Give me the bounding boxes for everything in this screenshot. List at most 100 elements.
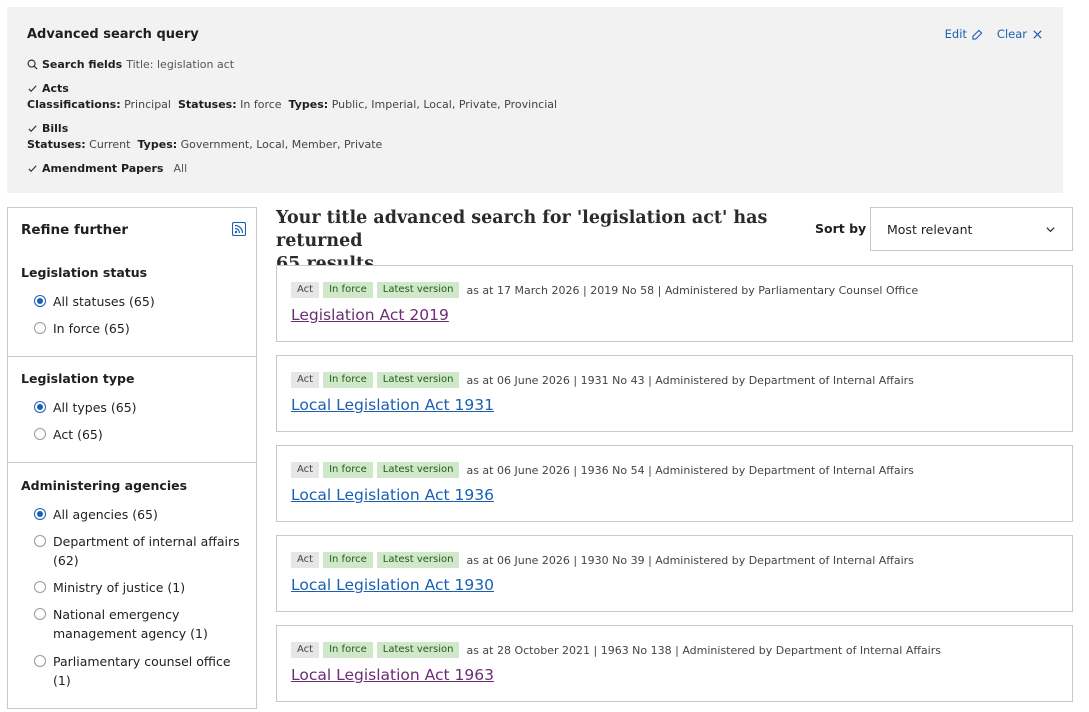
version-badge: Latest version: [376, 552, 460, 568]
acts-classifications-label: Classifications:: [27, 98, 121, 111]
check-icon: [28, 85, 37, 93]
type-badge: Act: [291, 462, 320, 478]
bills-statuses-value: Current: [89, 138, 131, 151]
clear-query-button[interactable]: Clear: [997, 27, 1043, 41]
result-meta-text: as at 17 March 2026 | 2019 No 58 | Admin…: [466, 283, 919, 297]
radio-selected-icon: [34, 295, 46, 307]
radio-department-of-internal-affairs[interactable]: Department of internal affairs (62): [34, 532, 240, 570]
result-meta: Act In force Latest version as at 06 June 2…: [291, 372, 914, 388]
result-card: Act In force Latest version as at 17 March …: [276, 265, 1073, 342]
search-fields-row: Search fields Title: legislation act: [27, 58, 234, 71]
edit-query-button[interactable]: Edit: [945, 27, 983, 41]
version-badge: Latest version: [376, 642, 460, 658]
bills-types-value: Government, Local, Member, Private: [180, 138, 383, 151]
radio-ministry-of-justice[interactable]: Ministry of justice (1): [34, 578, 185, 597]
sort-by-label: Sort by: [815, 221, 867, 236]
type-badge: Act: [291, 642, 320, 658]
radio-label: Ministry of justice (1): [53, 580, 186, 595]
radio-label-line1: Department of internal affairs: [53, 534, 240, 549]
facet-title-administering-agencies: Administering agencies: [21, 478, 188, 493]
status-badge: In force: [323, 552, 373, 568]
status-badge: In force: [323, 282, 373, 298]
radio-unselected-icon: [34, 581, 46, 593]
version-badge: Latest version: [376, 462, 460, 478]
result-meta: Act In force Latest version as at 28 Octobe…: [291, 642, 941, 658]
type-badge: Act: [291, 282, 320, 298]
radio-unselected-icon: [34, 322, 46, 334]
status-badge: In force: [323, 372, 373, 388]
results-heading-line1: Your title advanced search for 'legislat…: [276, 208, 768, 251]
result-meta: Act In force Latest version as at 06 June 2…: [291, 552, 914, 568]
rss-feed-icon[interactable]: [232, 222, 246, 236]
type-badge: Act: [291, 552, 320, 568]
facet-divider: [8, 356, 256, 357]
result-card: Act In force Latest version as at 06 June 2…: [276, 535, 1073, 612]
radio-parliamentary-counsel-office[interactable]: Parliamentary counsel office (1): [34, 652, 231, 690]
result-meta: Act In force Latest version as at 17 March …: [291, 282, 918, 298]
result-title-link[interactable]: Local Legislation Act 1931: [291, 396, 494, 414]
radio-label-line2: management agency (1): [53, 626, 208, 641]
radio-label: Department of internal affairs (62): [53, 532, 240, 570]
bills-types-label: Types:: [137, 138, 178, 151]
advanced-search-query-panel: Advanced search query Edit Clear Search …: [7, 7, 1063, 193]
result-card: Act In force Latest version as at 06 June 2…: [276, 355, 1073, 432]
facet-divider: [8, 462, 256, 463]
status-badge: In force: [323, 642, 373, 658]
acts-statuses-label: Statuses:: [177, 98, 237, 111]
radio-all-agencies[interactable]: All agencies (65): [34, 505, 158, 524]
bills-statuses-label: Statuses:: [27, 138, 86, 151]
search-fields-label: Search fields: [42, 58, 123, 71]
edit-label: Edit: [944, 27, 967, 41]
acts-types-label: Types:: [288, 98, 329, 111]
radio-unselected-icon: [34, 655, 46, 667]
result-card: Act In force Latest version as at 28 Octobe…: [276, 625, 1073, 702]
radio-label-line2: (62): [53, 553, 79, 568]
refine-sidebar: Refine further Legislation status All st…: [7, 207, 257, 709]
facet-title-legislation-type: Legislation type: [21, 371, 135, 386]
radio-unselected-icon: [34, 608, 46, 620]
result-title-link[interactable]: Local Legislation Act 1930: [291, 576, 494, 594]
radio-label-line1: National emergency: [53, 607, 180, 622]
advanced-search-title: Advanced search query: [27, 27, 199, 42]
check-icon: [28, 165, 37, 173]
radio-in-force[interactable]: In force (65): [34, 319, 130, 338]
result-meta: Act In force Latest version as at 06 June 2…: [291, 462, 914, 478]
amendment-papers-label: Amendment Papers: [42, 162, 164, 175]
facet-title-legislation-status: Legislation status: [21, 265, 148, 280]
result-title-link[interactable]: Local Legislation Act 1963: [291, 666, 494, 684]
refine-title: Refine further: [21, 222, 129, 238]
radio-label: Act (65): [53, 427, 103, 442]
radio-all-types[interactable]: All types (65): [34, 398, 137, 417]
radio-label-line2: (1): [53, 673, 71, 688]
radio-unselected-icon: [34, 535, 46, 547]
result-title-link[interactable]: Local Legislation Act 1936: [291, 486, 494, 504]
radio-label: All types (65): [53, 400, 137, 415]
acts-row: Acts: [27, 82, 69, 95]
acts-classifications-value: Principal: [124, 98, 171, 111]
result-card: Act In force Latest version as at 06 June 2…: [276, 445, 1073, 522]
result-title-link[interactable]: Legislation Act 2019: [291, 306, 449, 324]
clear-label: Clear: [996, 27, 1027, 41]
amendment-papers-value: All: [173, 162, 188, 175]
acts-detail: Classifications: Principal Statuses: In …: [27, 98, 557, 111]
bills-label: Bills: [42, 122, 69, 135]
acts-statuses-value: In force: [240, 98, 282, 111]
close-icon: [1033, 29, 1042, 39]
radio-label: National emergency management agency (1): [53, 605, 208, 643]
amendment-papers-row: Amendment Papers All: [27, 162, 187, 175]
result-meta-text: as at 06 June 2026 | 1936 No 54 | Admini…: [466, 463, 914, 477]
radio-label-line1: Parliamentary counsel office: [53, 654, 231, 669]
result-meta-text: as at 28 October 2021 | 1963 No 138 | Ad…: [466, 643, 941, 657]
chevron-down-icon: [1046, 226, 1055, 232]
type-badge: Act: [291, 372, 320, 388]
radio-all-statuses[interactable]: All statuses (65): [34, 292, 155, 311]
query-actions: Edit Clear: [945, 27, 1043, 41]
sort-select[interactable]: Most relevant: [870, 207, 1073, 251]
result-meta-text: as at 06 June 2026 | 1930 No 39 | Admini…: [466, 553, 914, 567]
search-fields-value: Title: legislation act: [126, 58, 235, 71]
radio-act[interactable]: Act (65): [34, 425, 103, 444]
acts-label: Acts: [42, 82, 69, 95]
radio-national-emergency-management-agency[interactable]: National emergency management agency (1): [34, 605, 208, 643]
status-badge: In force: [323, 462, 373, 478]
check-icon: [28, 125, 37, 133]
